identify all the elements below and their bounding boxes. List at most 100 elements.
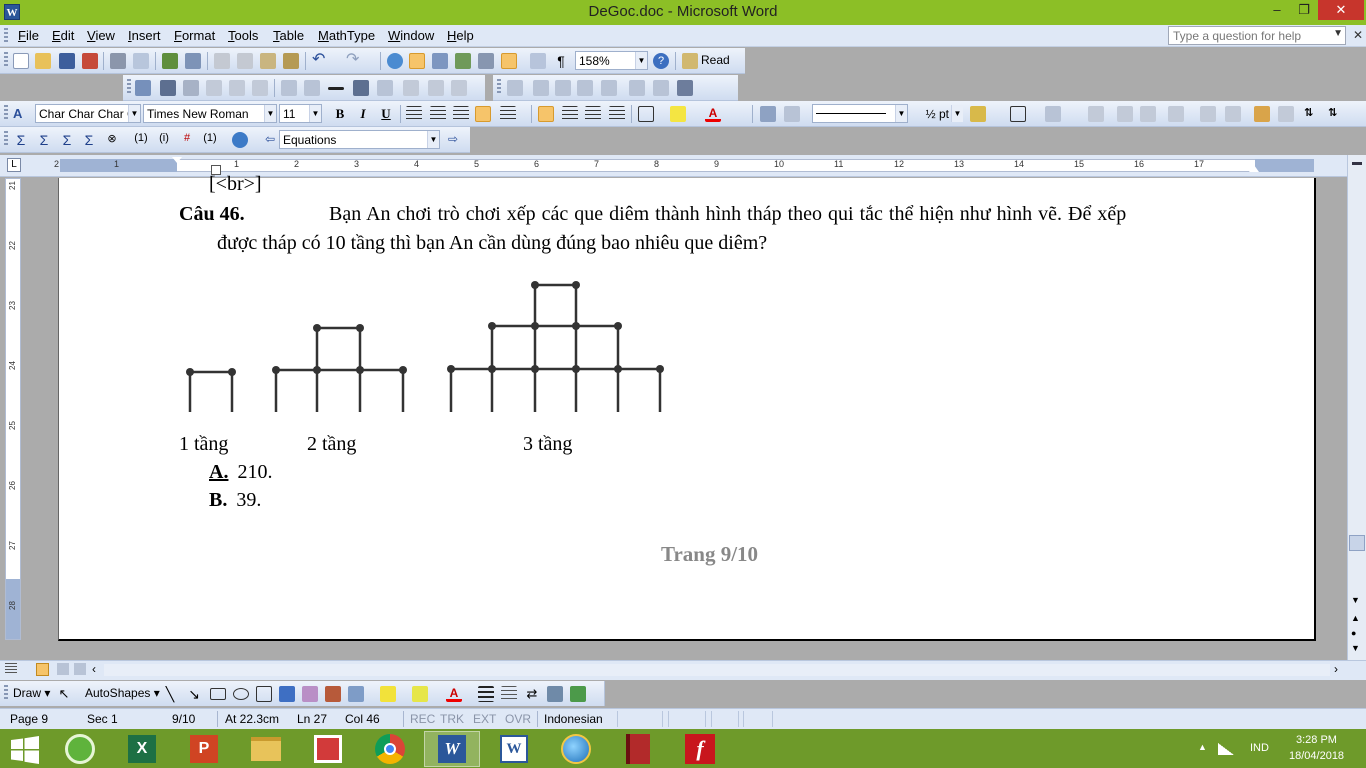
clip-art-icon[interactable] [325, 686, 341, 702]
font-color-icon[interactable]: A [705, 106, 721, 122]
chevron-down-icon[interactable]: ▼ [427, 131, 439, 148]
wordart-icon[interactable] [279, 686, 295, 702]
underline-button[interactable]: U [378, 106, 394, 122]
taskbar-app-word-active[interactable]: W [424, 731, 480, 767]
menu-table[interactable]: Table [273, 28, 304, 43]
show-hidden-icons[interactable]: ▲ [1198, 742, 1207, 752]
format-picture-icon[interactable] [403, 80, 419, 96]
table-icon-4[interactable] [577, 80, 593, 96]
scroll-down-arrow-icon[interactable]: ▼ [1351, 595, 1360, 605]
line-style-icon[interactable] [328, 87, 344, 90]
taskbar-app-flash[interactable]: f [672, 731, 728, 767]
arrow-tool-icon[interactable]: ↘ [186, 686, 202, 702]
line-tool-icon[interactable]: ╲ [162, 686, 178, 702]
toolbar-grip[interactable] [127, 79, 131, 95]
insert-picture-icon[interactable] [135, 80, 151, 96]
taskbar-app-book[interactable] [610, 731, 666, 767]
menu-view[interactable]: View [87, 28, 115, 43]
document-page[interactable]: [<br>] Câu 46. Bạn An chơi trò chơi xếp … [58, 173, 1316, 641]
borders-icon[interactable] [638, 106, 654, 122]
chevron-down-icon[interactable]: ▼ [635, 52, 647, 69]
compress-picture-icon[interactable] [353, 80, 369, 96]
previous-page-icon[interactable]: ▲ [1351, 613, 1360, 623]
dash-style-icon[interactable] [501, 686, 517, 702]
chevron-down-icon[interactable]: ▼ [264, 105, 276, 122]
draw-table-icon[interactable] [760, 106, 776, 122]
input-language[interactable]: IND [1250, 742, 1269, 754]
format-equations-icon[interactable]: # [179, 132, 195, 148]
chevron-down-icon[interactable]: ▼ [895, 105, 907, 122]
select-browse-object-icon[interactable]: ● [1351, 628, 1356, 638]
cut-icon[interactable] [214, 53, 230, 69]
outside-border-icon[interactable] [1010, 106, 1026, 122]
scroll-right-icon[interactable]: › [1334, 662, 1338, 676]
menu-tools[interactable]: Tools [228, 28, 258, 43]
print-layout-view-icon[interactable] [36, 663, 49, 676]
distribute-columns-icon[interactable] [1225, 106, 1241, 122]
undo-icon[interactable]: ↶ [312, 52, 328, 69]
border-color-icon[interactable] [970, 106, 986, 122]
styles-icon[interactable]: A [13, 106, 29, 122]
menu-help[interactable]: Help [447, 28, 474, 43]
research-icon[interactable] [185, 53, 201, 69]
style-select[interactable]: Char Char Char C ▼ [35, 104, 141, 123]
chevron-down-icon[interactable]: ▼ [1333, 28, 1343, 39]
rectangle-tool-icon[interactable] [210, 688, 226, 700]
status-ovr[interactable]: OVR [505, 712, 531, 726]
font-select[interactable]: Times New Roman ▼ [143, 104, 277, 123]
format-painter-icon[interactable] [283, 53, 299, 69]
inline-equation-icon[interactable]: Σ [36, 132, 52, 148]
insert-chapter-icon[interactable]: (1) [202, 132, 218, 148]
table-icon-5[interactable] [601, 80, 617, 96]
status-trk[interactable]: TRK [440, 712, 464, 726]
chevron-down-icon[interactable]: ▼ [128, 105, 140, 122]
table-icon-7[interactable] [653, 80, 669, 96]
help-search-input[interactable]: Type a question for help ▼ [1168, 26, 1346, 45]
open-folder-icon[interactable] [35, 53, 51, 69]
normal-view-icon[interactable] [5, 663, 17, 675]
autoshapes-menu-button[interactable]: AutoShapes ▾ [85, 686, 160, 700]
set-transparent-icon[interactable] [428, 80, 444, 96]
draw-menu-button[interactable]: Draw ▾ [13, 686, 50, 700]
toolbar-grip[interactable] [497, 79, 501, 95]
table-icon-6[interactable] [629, 80, 645, 96]
read-button[interactable]: Read [701, 53, 730, 67]
help-icon[interactable]: ? [653, 53, 669, 69]
display-equation-icon[interactable]: Σ [59, 132, 75, 148]
distribute-rows-icon[interactable] [1200, 106, 1216, 122]
bold-button[interactable]: B [332, 106, 348, 122]
line-color-icon[interactable] [412, 686, 428, 702]
zoom-select[interactable]: 158% ▼ [575, 51, 648, 70]
bullets-icon[interactable] [562, 106, 578, 122]
close-button[interactable]: ✕ [1318, 0, 1364, 20]
menu-format[interactable]: Format [174, 28, 215, 43]
right-numbered-icon[interactable]: Σ [81, 132, 97, 148]
network-icon[interactable] [1218, 743, 1234, 755]
close-document-icon[interactable]: ✕ [1353, 28, 1363, 42]
table-icon-3[interactable] [555, 80, 571, 96]
highlight-icon[interactable] [670, 106, 686, 122]
decrease-indent-icon[interactable] [585, 106, 601, 122]
columns-icon[interactable] [478, 53, 494, 69]
drawing-icon[interactable] [501, 53, 517, 69]
equations-select[interactable]: Equations ▼ [279, 130, 440, 149]
toolbar-grip[interactable] [4, 685, 8, 701]
3d-style-icon[interactable] [570, 686, 586, 702]
line-spacing-icon[interactable] [500, 106, 516, 122]
save-icon[interactable] [59, 53, 75, 69]
previous-equation-icon[interactable]: ⇦ [262, 132, 278, 148]
minimize-button[interactable]: – [1263, 0, 1291, 20]
menubar-grip[interactable] [4, 28, 8, 44]
toolbar-grip[interactable] [4, 105, 8, 121]
clock-date[interactable]: 18/04/2018 [1289, 750, 1344, 762]
taskbar-app-explorer[interactable] [238, 731, 294, 767]
align-right-icon[interactable] [453, 106, 469, 122]
italic-button[interactable]: I [355, 106, 371, 122]
shading-color-icon[interactable] [1045, 106, 1061, 122]
status-rec[interactable]: REC [410, 712, 435, 726]
print-icon[interactable] [110, 53, 126, 69]
vertical-scrollbar[interactable]: ▬ ▼ ▲ ● ▼ [1347, 155, 1366, 661]
chevron-down-icon[interactable]: ▼ [951, 105, 963, 122]
right-indent-marker[interactable] [1249, 165, 1259, 172]
oval-tool-icon[interactable] [233, 688, 249, 700]
